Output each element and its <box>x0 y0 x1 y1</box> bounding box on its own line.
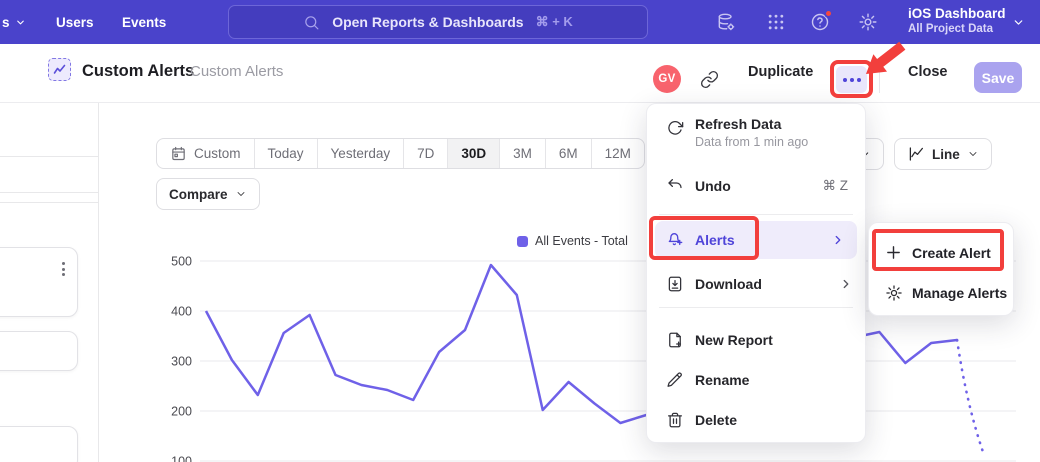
legend-label: All Events - Total <box>535 234 628 248</box>
calendar-icon <box>170 145 187 162</box>
trash-icon <box>665 410 685 430</box>
menu-item-delete[interactable]: Delete <box>647 400 865 440</box>
bell-plus-icon <box>665 230 685 250</box>
notification-badge <box>824 9 833 18</box>
compare-button[interactable]: Compare <box>156 178 260 210</box>
help-icon[interactable] <box>810 12 830 32</box>
undo-icon <box>665 176 685 196</box>
menu-item-new-report[interactable]: New Report <box>647 320 865 360</box>
range-7d[interactable]: 7D <box>404 139 448 168</box>
menu-item-alerts[interactable]: Alerts <box>655 221 857 259</box>
avatar[interactable]: GV <box>653 65 681 93</box>
chart-type-button[interactable]: Line <box>894 138 992 170</box>
query-card[interactable] <box>0 247 78 317</box>
page-title: Custom Alerts <box>82 62 194 81</box>
menu-item-rename[interactable]: Rename <box>647 360 865 400</box>
chevron-down-icon <box>15 17 26 28</box>
search-input[interactable]: Open Reports & Dashboards ⌘ + K <box>228 5 648 39</box>
alerts-submenu: Create Alert Manage Alerts <box>868 222 1014 316</box>
context-menu: Refresh Data Data from 1 min ago Undo ⌘ … <box>646 103 866 443</box>
range-12m[interactable]: 12M <box>592 139 644 168</box>
query-card[interactable] <box>0 426 78 462</box>
nav-item-users[interactable]: Users <box>56 0 94 44</box>
range-custom[interactable]: Custom <box>157 139 255 168</box>
chevron-right-icon <box>839 277 853 291</box>
chart-legend: All Events - Total <box>517 234 628 248</box>
chevron-down-icon[interactable] <box>1012 16 1025 29</box>
annotation-arrow <box>864 38 910 80</box>
close-button[interactable]: Close <box>908 64 948 80</box>
nav-item-truncated[interactable]: s <box>2 0 26 44</box>
svg-text:100: 100 <box>171 455 192 462</box>
query-card[interactable] <box>0 331 78 371</box>
range-30d-active[interactable]: 30D <box>448 139 500 168</box>
range-3m[interactable]: 3M <box>500 139 546 168</box>
save-button[interactable]: Save <box>974 62 1022 93</box>
menu-divider <box>659 307 853 308</box>
chevron-down-icon <box>235 188 247 200</box>
svg-text:200: 200 <box>171 405 192 419</box>
menu-item-undo[interactable]: Undo ⌘ Z <box>647 166 865 206</box>
menu-divider <box>659 214 853 215</box>
panel-section[interactable] <box>0 103 98 157</box>
copy-link-icon[interactable] <box>700 70 719 89</box>
panel-section[interactable] <box>0 157 98 193</box>
gear-icon <box>885 284 903 302</box>
svg-text:500: 500 <box>171 255 192 269</box>
app-window: 500 400 300 200 100 All Events - Total Custo… <box>0 0 1040 462</box>
download-file-icon <box>665 274 685 294</box>
pencil-icon <box>665 370 685 390</box>
settings-gear-icon[interactable] <box>858 12 878 32</box>
refresh-icon <box>665 118 685 138</box>
panel-section <box>0 193 98 203</box>
duplicate-button[interactable]: Duplicate <box>748 64 813 80</box>
legend-swatch <box>517 236 528 247</box>
range-yesterday[interactable]: Yesterday <box>318 139 405 168</box>
breadcrumb: Custom Alerts <box>190 63 283 80</box>
chevron-down-icon <box>967 148 979 160</box>
nav-item-events[interactable]: Events <box>122 0 166 44</box>
date-range-segmented-control: Custom Today Yesterday 7D 30D 3M 6M 12M <box>156 138 645 169</box>
kebab-menu-icon[interactable] <box>62 262 65 276</box>
line-chart-icon <box>907 145 925 163</box>
chevron-right-icon <box>831 233 845 247</box>
submenu-item-create-alert[interactable]: Create Alert <box>869 233 1013 273</box>
project-selector[interactable]: iOS Dashboard All Project Data <box>908 5 1006 37</box>
svg-text:300: 300 <box>171 355 192 369</box>
menu-item-download[interactable]: Download <box>647 264 865 304</box>
plus-icon <box>885 244 903 262</box>
svg-text:400: 400 <box>171 305 192 319</box>
more-options-button[interactable] <box>836 66 867 93</box>
insights-report-icon <box>48 58 71 81</box>
file-plus-icon <box>665 330 685 350</box>
apps-grid-icon[interactable] <box>766 12 786 32</box>
search-icon <box>303 14 320 31</box>
undo-shortcut: ⌘ Z <box>823 178 849 194</box>
range-today[interactable]: Today <box>255 139 318 168</box>
data-management-icon[interactable] <box>716 12 736 32</box>
range-6m[interactable]: 6M <box>546 139 592 168</box>
menu-item-refresh-data[interactable]: Refresh Data Data from 1 min ago <box>647 116 865 164</box>
submenu-item-manage-alerts[interactable]: Manage Alerts <box>869 275 1013 311</box>
